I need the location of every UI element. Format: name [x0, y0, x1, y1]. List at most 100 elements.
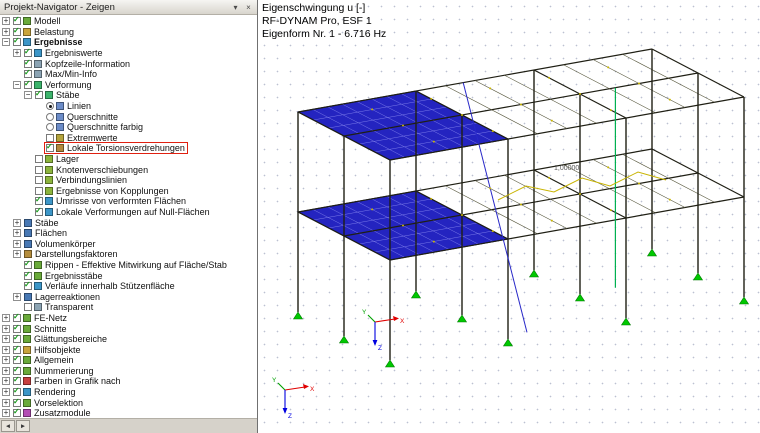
tree-item[interactable]: +✓Glättungsbereiche [0, 334, 257, 345]
tree-expander-icon[interactable]: + [2, 388, 10, 396]
checkbox[interactable]: ✓ [13, 367, 21, 375]
tree-item[interactable]: + Stäbe [0, 217, 257, 228]
checkbox[interactable]: ✓ [13, 377, 21, 385]
tree-item[interactable]: +✓Modell [0, 16, 257, 27]
checkbox[interactable] [35, 166, 43, 174]
checkbox[interactable]: ✓ [35, 197, 43, 205]
tree-item[interactable]: ✓Rippen - Effektive Mitwirkung auf Fläch… [0, 260, 257, 271]
checkbox[interactable]: ✓ [13, 28, 21, 36]
tree-item[interactable]: +✓Vorselektion [0, 397, 257, 408]
checkbox[interactable]: ✓ [24, 70, 32, 78]
result-marker [548, 177, 550, 179]
checkbox[interactable]: ✓ [13, 409, 21, 417]
tree-expander-icon[interactable]: + [2, 17, 10, 25]
tree-expander-icon[interactable]: + [13, 49, 21, 57]
tree-expander-icon[interactable]: − [13, 81, 21, 89]
radio-button[interactable] [46, 123, 54, 131]
tree-item[interactable]: +✓Nummerierung [0, 366, 257, 377]
tree-item[interactable]: +Volumenkörper [0, 238, 257, 249]
tree-item[interactable]: ✓Verläufe innerhalb Stützenfläche [0, 281, 257, 292]
tree-expander-icon[interactable]: + [2, 367, 10, 375]
tree-item[interactable]: Transparent [0, 302, 257, 313]
checkbox[interactable]: ✓ [13, 38, 21, 46]
tree-item[interactable]: +✓Zusatzmodule [0, 408, 257, 418]
checkbox[interactable] [46, 134, 54, 142]
item-icon [24, 293, 32, 301]
checkbox[interactable]: ✓ [24, 60, 32, 68]
radio-button[interactable] [46, 113, 54, 121]
tree-item[interactable]: +Darstellungsfaktoren [0, 249, 257, 260]
tree-item[interactable]: +✓Farben in Grafik nach [0, 376, 257, 387]
tree-item[interactable]: Querschnitte [0, 111, 257, 122]
tree-expander-icon[interactable]: − [2, 38, 10, 46]
tree-item[interactable]: ✓Ergebnisstäbe [0, 270, 257, 281]
panel-close-icon[interactable]: × [242, 1, 255, 13]
checkbox[interactable] [35, 176, 43, 184]
checkbox[interactable]: ✓ [13, 346, 21, 354]
checkbox[interactable]: ✓ [35, 91, 43, 99]
tree-expander-icon[interactable]: + [2, 377, 10, 385]
tree-item[interactable]: Knotenverschiebungen [0, 164, 257, 175]
tree-expander-icon[interactable]: + [2, 346, 10, 354]
checkbox[interactable]: ✓ [24, 49, 32, 57]
checkbox[interactable]: ✓ [13, 335, 21, 343]
tree-expander-icon[interactable]: + [2, 314, 10, 322]
tree-expander-icon[interactable]: + [13, 219, 21, 227]
tree-item[interactable]: ✓Max/Min-Info [0, 69, 257, 80]
checkbox[interactable]: ✓ [13, 325, 21, 333]
checkbox[interactable]: ✓ [24, 282, 32, 290]
checkbox[interactable]: ✓ [24, 272, 32, 280]
tree-item[interactable]: ✓Kopfzeile-Information [0, 58, 257, 69]
panel-menu-icon[interactable]: ▾ [229, 1, 242, 13]
tree-item[interactable]: Lager [0, 154, 257, 165]
tree-item[interactable]: ✓Lokale Torsionsverdrehungen [0, 143, 257, 154]
tree-item[interactable]: +✓Schnitte [0, 323, 257, 334]
checkbox[interactable]: ✓ [46, 144, 54, 152]
checkbox[interactable]: ✓ [24, 261, 32, 269]
checkbox[interactable]: ✓ [35, 208, 43, 216]
checkbox[interactable] [35, 187, 43, 195]
checkbox[interactable]: ✓ [24, 81, 32, 89]
tree-item[interactable]: −✓Stäbe [0, 90, 257, 101]
checkbox[interactable]: ✓ [13, 314, 21, 322]
tab-scroll-left-button[interactable]: ◄ [1, 420, 15, 432]
tree-item[interactable]: +✓Belastung [0, 27, 257, 38]
tree-expander-icon[interactable]: + [2, 399, 10, 407]
tree-item[interactable]: +Flächen [0, 228, 257, 239]
tree-item-label: Stäbe [34, 218, 60, 228]
radio-button[interactable] [46, 102, 54, 110]
checkbox[interactable] [24, 303, 32, 311]
tree-expander-icon[interactable]: + [13, 229, 21, 237]
tree-item[interactable]: Verbindungslinien [0, 175, 257, 186]
tree-item[interactable]: +✓Allgemein [0, 355, 257, 366]
tree-item[interactable]: +✓Hilfsobjekte [0, 344, 257, 355]
tree-item[interactable]: −✓Ergebnisse [0, 37, 257, 48]
tree-expander-icon[interactable]: + [13, 250, 21, 258]
tree-item-label: Ergebnisse von Kopplungen [55, 186, 170, 196]
tree-item[interactable]: ✓Lokale Verformungen auf Null-Flächen [0, 207, 257, 218]
tree-item[interactable]: Extremwerte [0, 133, 257, 144]
checkbox[interactable]: ✓ [13, 356, 21, 364]
tree-expander-icon[interactable]: + [2, 356, 10, 364]
tree-item[interactable]: +Lagerreaktionen [0, 291, 257, 302]
tree-expander-icon[interactable]: − [24, 91, 32, 99]
checkbox[interactable] [35, 155, 43, 163]
support-icon [530, 270, 539, 277]
tree-item[interactable]: Linien [0, 101, 257, 112]
tree-item[interactable]: +✓Ergebniswerte [0, 48, 257, 59]
graphics-viewport[interactable]: 1,00000XYZXYZ Eigenschwingung u [-] RF-D… [258, 0, 760, 433]
tree-expander-icon[interactable]: + [13, 293, 21, 301]
tree-item[interactable]: +✓Rendering [0, 387, 257, 398]
tree-expander-icon[interactable]: + [2, 28, 10, 36]
tree-item[interactable]: Querschnitte farbig [0, 122, 257, 133]
checkbox[interactable]: ✓ [13, 388, 21, 396]
tree-item[interactable]: +✓FE-Netz [0, 313, 257, 324]
tree-expander-icon[interactable]: + [2, 409, 10, 417]
tree-expander-icon[interactable]: + [13, 240, 21, 248]
navigator-titlebar[interactable]: Projekt-Navigator - Zeigen ▾ × [0, 0, 257, 15]
checkbox[interactable]: ✓ [13, 399, 21, 407]
tab-scroll-right-button[interactable]: ► [16, 420, 30, 432]
checkbox[interactable]: ✓ [13, 17, 21, 25]
tree-expander-icon[interactable]: + [2, 325, 10, 333]
tree-expander-icon[interactable]: + [2, 335, 10, 343]
